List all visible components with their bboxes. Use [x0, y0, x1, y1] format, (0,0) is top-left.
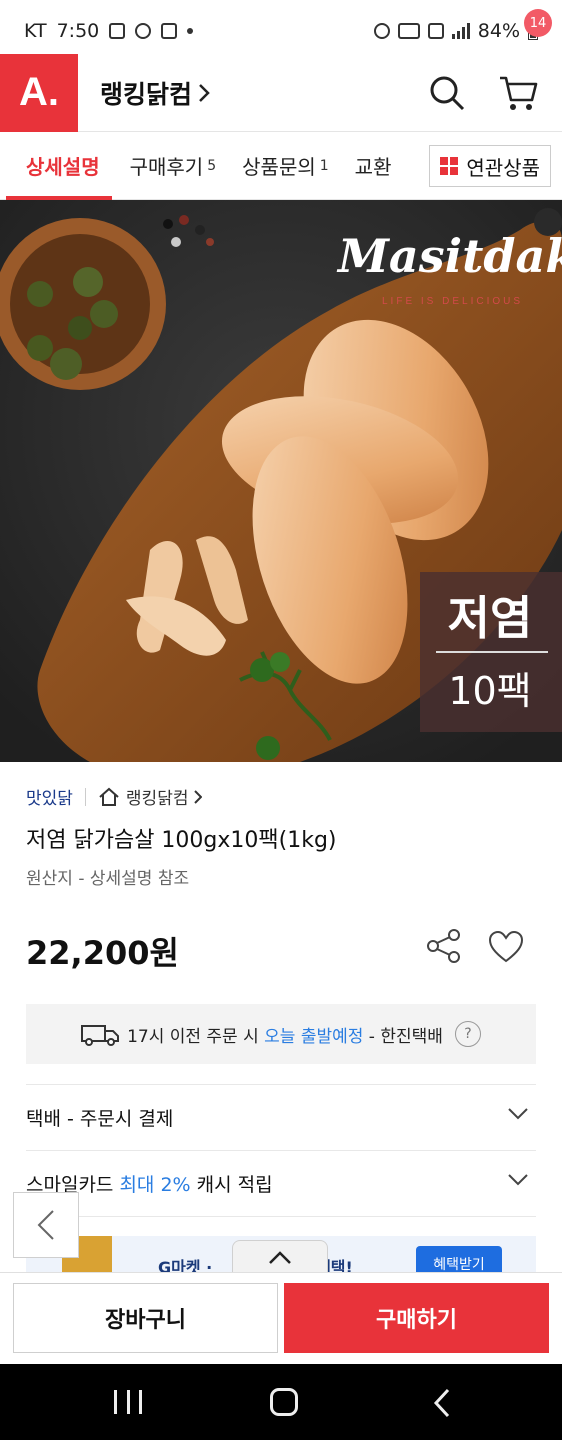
alarm-icon — [373, 23, 390, 39]
buy-now-button[interactable]: 구매하기 — [284, 1283, 549, 1353]
tab-label: 상세설명 — [26, 155, 100, 179]
related-label: 연관상품 — [466, 155, 540, 180]
carrier-label: KT — [24, 20, 47, 42]
app-notification-icon — [135, 23, 152, 39]
tab-exchange[interactable]: 교환 — [341, 132, 404, 200]
hd-icon — [397, 23, 420, 39]
signal-icon — [451, 23, 470, 39]
shop-name: 랭킹닭컴 — [125, 789, 189, 809]
chevron-up-icon — [269, 1250, 291, 1264]
app-header: A. 랭킹닭컴 — [0, 53, 562, 132]
product-photo: Masitdak LIFE IS DELICIOUS 저염 10팩 — [0, 200, 562, 762]
tab-description[interactable]: 상세설명 — [0, 132, 112, 200]
more-notifications-icon — [187, 28, 194, 34]
status-bar: KT 7:50 84% — [0, 0, 562, 62]
system-back-icon[interactable] — [430, 1388, 454, 1418]
row-divider — [26, 1216, 536, 1236]
chevron-left-icon — [37, 1210, 54, 1240]
grid-icon — [440, 157, 459, 175]
share-icon[interactable] — [426, 928, 462, 964]
shipping-highlight: 오늘 출발예정 — [264, 1026, 364, 1047]
back-button[interactable] — [13, 1192, 79, 1258]
badge-low-salt: 저염 — [448, 591, 533, 645]
question-count: 1 — [319, 157, 329, 174]
tab-label: 상품문의 — [242, 155, 316, 179]
call-notification-icon — [161, 23, 178, 39]
gallery-notification-icon — [109, 23, 126, 39]
recent-apps-icon[interactable] — [114, 1390, 142, 1414]
site-logo[interactable]: A. — [0, 53, 78, 132]
divider — [84, 787, 86, 806]
help-icon[interactable]: ? — [454, 1021, 481, 1047]
brand-link[interactable]: 맛있닭 — [26, 784, 73, 809]
detail-tabs: 상세설명 구매후기 5 상품문의 1 교환 연관상품 — [0, 132, 562, 200]
cart-count-badge: 14 — [524, 9, 552, 37]
tab-questions[interactable]: 상품문의 1 — [228, 132, 341, 200]
tab-reviews[interactable]: 구매후기 5 — [112, 132, 229, 200]
smile-card-row[interactable]: 스마일카드 최대 2% 캐시 적립 — [26, 1150, 536, 1216]
brand-logo-text: Masitdak — [336, 229, 562, 283]
cart-icon[interactable] — [498, 72, 538, 112]
add-to-cart-button[interactable]: 장바구니 — [13, 1283, 278, 1353]
review-count: 5 — [207, 157, 217, 174]
badge-pack-count: 10팩 — [448, 669, 531, 713]
clock: 7:50 — [56, 20, 100, 42]
delivery-truck-icon — [81, 1025, 120, 1046]
5g-icon — [427, 23, 444, 39]
search-icon[interactable] — [428, 74, 466, 112]
shipping-suffix: - 한진택배 — [363, 1026, 443, 1047]
shipping-info: 17시 이전 주문 시 오늘 출발예정 - 한진택배 ? — [26, 1004, 536, 1064]
delivery-fee-row[interactable]: 택배 - 주문시 결제 — [26, 1084, 536, 1150]
home-icon — [99, 787, 119, 806]
chevron-right-icon — [194, 789, 203, 804]
brand-tagline: LIFE IS DELICIOUS — [382, 296, 523, 307]
product-image[interactable]: Masitdak LIFE IS DELICIOUS 저염 10팩 — [0, 200, 562, 762]
card-suffix: 캐시 적립 — [190, 1174, 273, 1196]
chevron-down-icon — [508, 1108, 528, 1120]
shop-link[interactable]: 랭킹닭컴 — [98, 784, 203, 809]
tab-label: 교환 — [354, 155, 392, 179]
tab-related-products[interactable]: 연관상품 — [429, 145, 551, 187]
product-title: 저염 닭가슴살 100gx10팩(1kg) — [26, 828, 337, 853]
store-link[interactable]: 랭킹닭컴 — [100, 75, 210, 111]
product-price: 22,200원 — [26, 934, 179, 972]
purchase-action-bar: 장바구니 구매하기 — [0, 1272, 562, 1364]
brand-row: 맛있닭 랭킹닭컴 — [26, 784, 203, 809]
battery-percent: 84% — [477, 20, 520, 42]
store-name: 랭킹닭컴 — [100, 79, 193, 109]
scroll-top-button[interactable] — [232, 1240, 328, 1274]
card-highlight: 최대 2% — [119, 1174, 191, 1196]
chevron-right-icon — [199, 83, 210, 102]
tab-label: 구매후기 — [129, 155, 204, 179]
delivery-fee-label: 택배 - 주문시 결제 — [26, 1108, 174, 1130]
chevron-down-icon — [508, 1174, 528, 1186]
system-nav-bar — [0, 1364, 562, 1440]
home-button-icon[interactable] — [270, 1388, 298, 1416]
product-origin: 원산지 - 상세설명 참조 — [26, 869, 190, 889]
wishlist-heart-icon[interactable] — [488, 930, 524, 964]
shipping-prefix: 17시 이전 주문 시 — [127, 1026, 265, 1047]
